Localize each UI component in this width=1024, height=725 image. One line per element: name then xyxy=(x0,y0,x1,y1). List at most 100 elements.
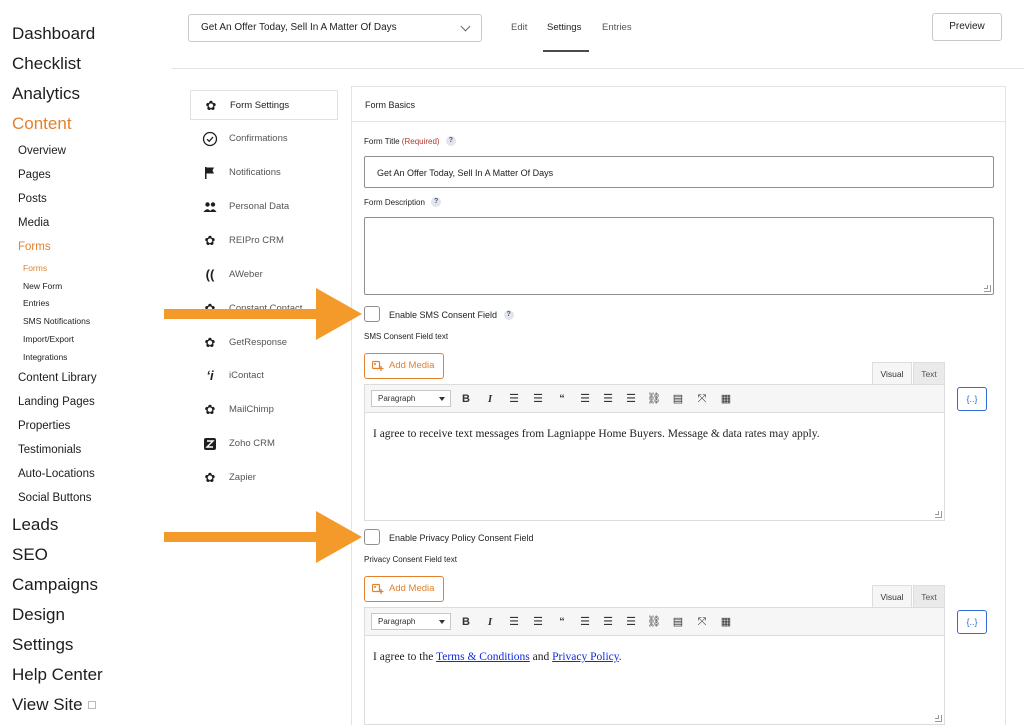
nav-design[interactable]: Design xyxy=(12,605,65,625)
tab-edit[interactable]: Edit xyxy=(511,22,527,33)
chevron-down-icon xyxy=(460,21,471,32)
nav-content[interactable]: Content xyxy=(12,114,72,134)
nav-analytics[interactable]: Analytics xyxy=(12,84,80,104)
add-media-button[interactable]: Add Media xyxy=(364,576,444,602)
privacy-consent-content[interactable]: I agree to the Terms & Conditions and Pr… xyxy=(365,636,944,724)
nav-settings[interactable]: Settings xyxy=(12,635,73,655)
align-left-icon[interactable]: ☰ xyxy=(577,613,593,631)
italic-icon[interactable]: I xyxy=(482,613,498,631)
align-center-icon[interactable]: ☰ xyxy=(600,390,616,408)
sms-consent-editor: Paragraph B I ☰ ☰ “ ☰ ☰ ☰ ⛓ ▤ ⤧ ▦ I agre… xyxy=(364,384,945,521)
nav-seo[interactable]: SEO xyxy=(12,545,48,565)
help-icon[interactable]: ? xyxy=(431,197,442,207)
gear-icon: ✿ xyxy=(204,233,216,248)
required-indicator: (Required) xyxy=(401,137,440,147)
nav-content-forms[interactable]: Forms xyxy=(18,241,51,253)
bold-icon[interactable]: B xyxy=(458,390,474,408)
menu-zoho-crm[interactable]: Zoho CRM xyxy=(190,429,338,459)
flag-icon xyxy=(202,165,218,181)
menu-icontact[interactable]: ʻi iContact xyxy=(190,361,338,391)
nav-auto-locations[interactable]: Auto-Locations xyxy=(18,468,95,480)
form-description-textarea[interactable] xyxy=(364,217,994,295)
nav-forms-entries[interactable]: Entries xyxy=(23,298,49,308)
blockquote-icon[interactable]: “ xyxy=(554,613,570,631)
caret-down-icon xyxy=(439,620,445,624)
nav-view-site[interactable]: View Site xyxy=(12,695,96,715)
resize-handle-icon[interactable] xyxy=(984,285,991,292)
nav-leads[interactable]: Leads xyxy=(12,515,58,535)
help-icon[interactable]: ? xyxy=(445,136,456,146)
fullscreen-icon[interactable]: ⤧ xyxy=(694,613,710,631)
bullet-list-icon[interactable]: ☰ xyxy=(506,613,522,631)
menu-label: Zapier xyxy=(229,472,256,483)
merge-tags-button[interactable]: {..} xyxy=(957,387,987,411)
form-select[interactable]: Get An Offer Today, Sell In A Matter Of … xyxy=(188,14,482,42)
menu-personal-data[interactable]: Personal Data xyxy=(190,192,338,222)
nav-content-pages[interactable]: Pages xyxy=(18,169,51,181)
nav-content-overview[interactable]: Overview xyxy=(18,145,66,157)
nav-dashboard[interactable]: Dashboard xyxy=(12,24,95,44)
annotation-arrow-icon xyxy=(164,511,362,563)
bullet-list-icon[interactable]: ☰ xyxy=(506,390,522,408)
numbered-list-icon[interactable]: ☰ xyxy=(530,390,546,408)
tab-settings[interactable]: Settings xyxy=(547,22,581,33)
menu-confirmations[interactable]: Confirmations xyxy=(190,124,338,154)
align-left-icon[interactable]: ☰ xyxy=(577,390,593,408)
menu-reipro-crm[interactable]: ✿ REIPro CRM xyxy=(190,226,338,256)
align-right-icon[interactable]: ☰ xyxy=(623,390,639,408)
italic-icon[interactable]: I xyxy=(482,390,498,408)
resize-handle-icon[interactable] xyxy=(935,511,942,518)
nav-help-center[interactable]: Help Center xyxy=(12,665,103,685)
menu-mailchimp[interactable]: ✿ MailChimp xyxy=(190,395,338,425)
read-more-icon[interactable]: ▤ xyxy=(670,390,686,408)
tab-text[interactable]: Text xyxy=(913,362,945,384)
link-icon[interactable]: ⛓ xyxy=(646,613,662,631)
nav-content-posts[interactable]: Posts xyxy=(18,193,47,205)
toolbar-toggle-icon[interactable]: ▦ xyxy=(718,613,734,631)
format-select[interactable]: Paragraph xyxy=(371,390,451,407)
toolbar-toggle-icon[interactable]: ▦ xyxy=(718,390,734,408)
tab-entries[interactable]: Entries xyxy=(602,22,632,33)
header-divider xyxy=(172,68,1024,69)
align-center-icon[interactable]: ☰ xyxy=(600,613,616,631)
sms-consent-checkbox[interactable] xyxy=(364,306,380,322)
tab-text[interactable]: Text xyxy=(913,585,945,607)
blockquote-icon[interactable]: “ xyxy=(554,390,570,408)
format-select[interactable]: Paragraph xyxy=(371,613,451,630)
nav-properties[interactable]: Properties xyxy=(18,420,70,432)
sms-consent-content[interactable]: I agree to receive text messages from La… xyxy=(365,413,944,520)
preview-button[interactable]: Preview xyxy=(932,13,1002,41)
nav-testimonials[interactable]: Testimonials xyxy=(18,444,81,456)
tab-visual[interactable]: Visual xyxy=(872,362,912,384)
nav-forms-import-export[interactable]: Import/Export xyxy=(23,334,74,344)
tab-visual[interactable]: Visual xyxy=(872,585,912,607)
nav-social-buttons[interactable]: Social Buttons xyxy=(18,492,92,504)
privacy-policy-link[interactable]: Privacy Policy xyxy=(552,651,619,663)
link-icon[interactable]: ⛓ xyxy=(646,390,662,408)
nav-content-media[interactable]: Media xyxy=(18,217,49,229)
menu-notifications[interactable]: Notifications xyxy=(190,158,338,188)
nav-content-library[interactable]: Content Library xyxy=(18,372,97,384)
add-media-button[interactable]: Add Media xyxy=(364,353,444,379)
nav-forms-forms[interactable]: Forms xyxy=(23,263,47,273)
fullscreen-icon[interactable]: ⤧ xyxy=(694,390,710,408)
nav-campaigns[interactable]: Campaigns xyxy=(12,575,98,595)
menu-aweber[interactable]: (( AWeber xyxy=(190,260,338,290)
menu-zapier[interactable]: ✿ Zapier xyxy=(190,463,338,493)
nav-forms-integrations[interactable]: Integrations xyxy=(23,352,67,362)
numbered-list-icon[interactable]: ☰ xyxy=(530,613,546,631)
nav-forms-sms-notifications[interactable]: SMS Notifications xyxy=(23,316,90,326)
align-right-icon[interactable]: ☰ xyxy=(623,613,639,631)
help-icon[interactable]: ? xyxy=(503,309,514,320)
terms-link[interactable]: Terms & Conditions xyxy=(436,651,530,663)
form-title-input[interactable]: Get An Offer Today, Sell In A Matter Of … xyxy=(364,156,994,188)
read-more-icon[interactable]: ▤ xyxy=(670,613,686,631)
menu-form-settings[interactable]: ✿ Form Settings xyxy=(190,90,338,120)
nav-landing-pages[interactable]: Landing Pages xyxy=(18,396,95,408)
bold-icon[interactable]: B xyxy=(458,613,474,631)
nav-forms-new-form[interactable]: New Form xyxy=(23,281,62,291)
nav-checklist[interactable]: Checklist xyxy=(12,54,81,74)
privacy-consent-checkbox[interactable] xyxy=(364,529,380,545)
resize-handle-icon[interactable] xyxy=(935,715,942,722)
merge-tags-button[interactable]: {..} xyxy=(957,610,987,634)
